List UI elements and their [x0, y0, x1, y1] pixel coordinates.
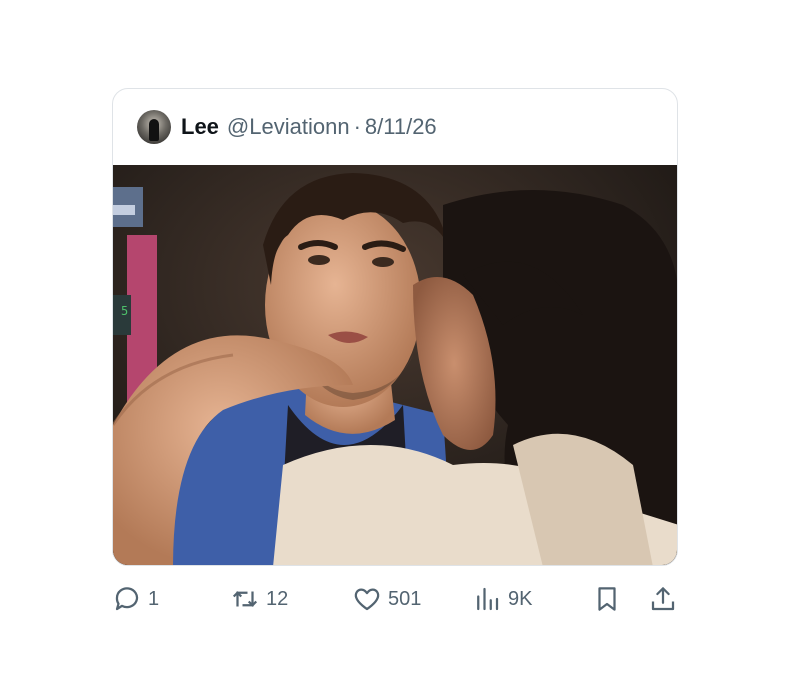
bookmark-button[interactable]: [592, 580, 622, 618]
avatar[interactable]: [137, 110, 171, 144]
reply-button[interactable]: 1: [112, 580, 159, 618]
post-header: Lee @Leviationn · 8/11/26: [113, 89, 677, 165]
post-photo[interactable]: 5: [113, 165, 677, 565]
page: Lee @Leviationn · 8/11/26 5 1 12 501 9K: [0, 0, 800, 684]
repost-count: 12: [266, 587, 289, 610]
share-icon: [651, 587, 675, 611]
reply-count: 1: [148, 587, 160, 610]
action-bar: 1 12 501 9K: [112, 580, 678, 618]
author-handle[interactable]: @Leviationn: [227, 114, 350, 140]
repost-button[interactable]: 12: [230, 580, 288, 618]
machine-digit: 5: [121, 304, 128, 318]
like-count: 501: [388, 587, 422, 610]
repost-icon: [232, 591, 258, 607]
views-button[interactable]: 9K: [472, 580, 532, 618]
photo-illustration: 5: [113, 165, 677, 565]
views-icon: [477, 587, 499, 611]
author-name[interactable]: Lee: [181, 114, 219, 140]
post-date[interactable]: 8/11/26: [365, 114, 437, 140]
like-button[interactable]: 501: [352, 580, 421, 618]
like-icon: [354, 588, 380, 611]
separator: ·: [353, 114, 361, 139]
bookmark-icon: [598, 587, 616, 611]
reply-icon: [115, 587, 139, 611]
share-button[interactable]: [648, 580, 678, 618]
views-count: 9K: [508, 587, 533, 610]
post-card[interactable]: Lee @Leviationn · 8/11/26 5: [112, 88, 678, 566]
